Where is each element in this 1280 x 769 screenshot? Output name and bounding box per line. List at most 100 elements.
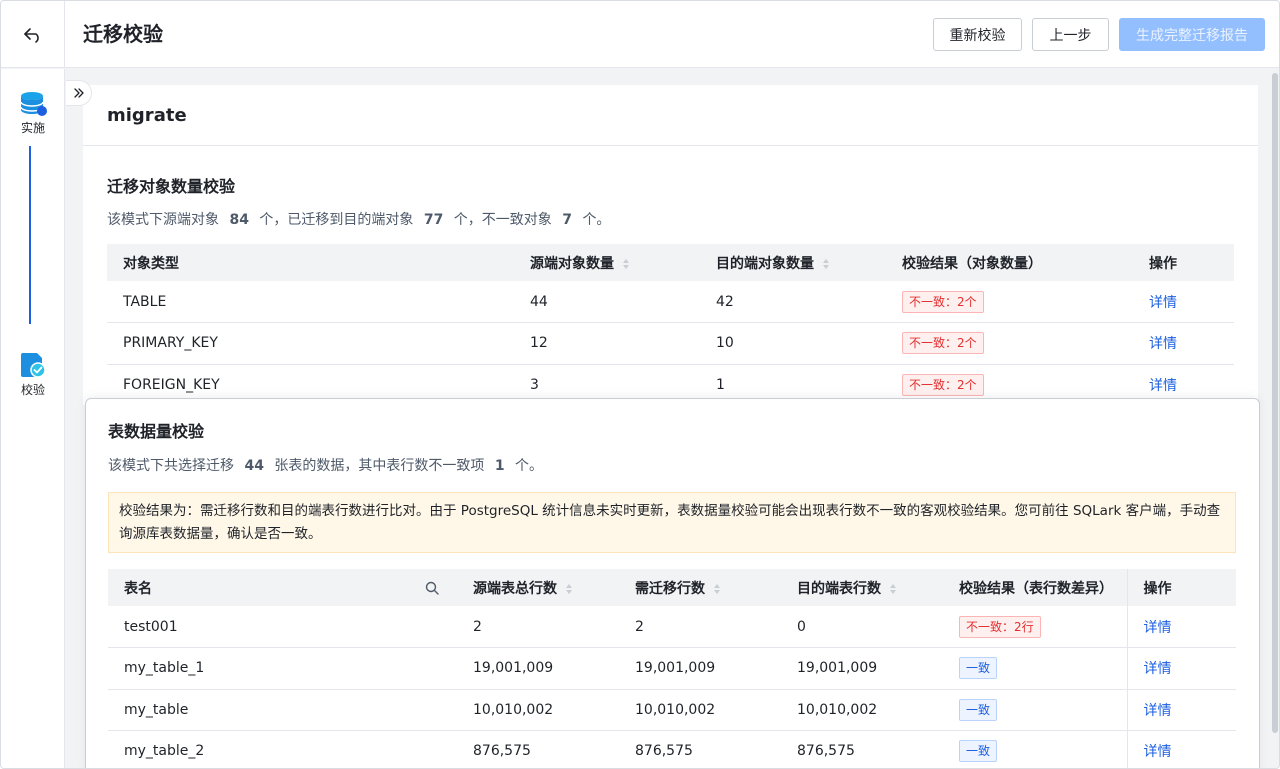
- cell-table-name: my_table_2: [108, 730, 457, 768]
- cell-result: 一致: [943, 689, 1127, 731]
- previous-step-button[interactable]: 上一步: [1032, 18, 1109, 51]
- migrate-schema-card: migrate 迁移对象数量校验 该模式下源端对象 84 个，已迁移到目的端对象…: [83, 85, 1258, 406]
- data-check-title: 表数据量校验: [108, 422, 205, 441]
- cell-rows-to-migrate: 19,001,009: [619, 647, 781, 690]
- match-tag: 一致: [959, 657, 998, 680]
- table-row: my_table 10,010,002 10,010,002 10,010,00…: [108, 689, 1236, 731]
- cell-target-rows: 876,575: [781, 730, 943, 768]
- summary-text: 该模式下源端对象: [107, 212, 219, 228]
- cell-source-rows: 2: [457, 606, 619, 648]
- step-verify[interactable]: 校验: [1, 351, 65, 398]
- cell-source-count: 44: [514, 281, 700, 323]
- database-icon: [20, 92, 47, 116]
- column-label: 目的端表行数: [797, 580, 881, 597]
- page-scrollbar[interactable]: [1271, 69, 1279, 768]
- summary-text: 个，已迁移到目的端对象: [259, 212, 414, 228]
- details-link[interactable]: 详情: [1144, 744, 1172, 760]
- cell-action: 详情: [1126, 689, 1236, 731]
- summary-text: 该模式下共选择迁移: [108, 458, 234, 474]
- cell-action: 详情: [1126, 730, 1236, 768]
- table-row: test001 2 2 0 不一致：2行 详情: [108, 606, 1236, 648]
- cell-source-rows: 876,575: [457, 730, 619, 768]
- cell-action: 详情: [1126, 647, 1236, 690]
- expand-sidebar-button[interactable]: [66, 80, 92, 106]
- recheck-button[interactable]: 重新校验: [933, 18, 1022, 51]
- column-header-sortable[interactable]: 源端对象数量: [514, 244, 700, 281]
- details-link[interactable]: 详情: [1144, 703, 1172, 719]
- cell-source-count: 12: [514, 322, 700, 365]
- cell-source-rows: 10,010,002: [457, 689, 619, 731]
- cell-target-count: 42: [700, 281, 886, 323]
- search-icon[interactable]: [425, 581, 439, 595]
- match-tag: 一致: [959, 740, 998, 763]
- verify-icon: [21, 353, 46, 378]
- sort-icon[interactable]: [822, 258, 830, 270]
- object-count-table: 对象类型 源端对象数量 目的端对象数量 校验结果（对象数量） 操作 TABLE …: [107, 244, 1234, 406]
- sort-icon[interactable]: [622, 258, 630, 270]
- cell-object-type: PRIMARY_KEY: [107, 322, 514, 365]
- details-link[interactable]: 详情: [1144, 620, 1172, 636]
- page-title: 迁移校验: [83, 22, 163, 46]
- schema-name: migrate: [107, 104, 187, 126]
- schema-header: migrate: [83, 85, 1258, 146]
- column-header: 操作: [1133, 244, 1234, 281]
- table-row: my_table_1 19,001,009 19,001,009 19,001,…: [108, 647, 1236, 690]
- summary-number: 7: [562, 212, 572, 228]
- column-header-sortable[interactable]: 源端表总行数: [457, 569, 619, 606]
- double-chevron-right-icon: [73, 88, 84, 98]
- back-arrow-icon: [23, 27, 39, 43]
- cell-result: 不一致：2个: [886, 281, 1133, 323]
- column-header-sortable[interactable]: 目的端表行数: [781, 569, 943, 606]
- table-row: my_table_2 876,575 876,575 876,575 一致 详情: [108, 730, 1236, 768]
- warning-alert: 校验结果为：需迁移行数和目的端表行数进行比对。由于 PostgreSQL 统计信…: [108, 492, 1236, 553]
- generate-report-button[interactable]: 生成完整迁移报告: [1119, 18, 1265, 51]
- cell-table-name: my_table: [108, 689, 457, 731]
- summary-number: 44: [244, 458, 264, 474]
- cell-object-type: TABLE: [107, 281, 514, 323]
- cell-rows-to-migrate: 876,575: [619, 730, 781, 768]
- details-link[interactable]: 详情: [1144, 661, 1172, 677]
- row-count-table: 表名 源端表总行数 需迁移行数 目的端表行数 校验结果（表行数差异） 操作 te…: [108, 569, 1236, 768]
- table-header-row: 表名 源端表总行数 需迁移行数 目的端表行数 校验结果（表行数差异） 操作: [108, 569, 1236, 606]
- cell-target-count: 10: [700, 322, 886, 365]
- data-check-summary: 该模式下共选择迁移 44 张表的数据，其中表行数不一致项 1 个。: [108, 455, 543, 475]
- details-link[interactable]: 详情: [1149, 295, 1177, 311]
- details-link[interactable]: 详情: [1149, 336, 1177, 352]
- cell-table-name: my_table_1: [108, 647, 457, 690]
- cell-source-rows: 19,001,009: [457, 647, 619, 690]
- column-label: 表名: [124, 580, 152, 597]
- summary-text: 个，不一致对象: [453, 212, 552, 228]
- column-header-sortable[interactable]: 目的端对象数量: [700, 244, 886, 281]
- object-check-title: 迁移对象数量校验: [107, 177, 236, 196]
- column-header: 校验结果（表行数差异）: [943, 569, 1127, 606]
- sort-icon[interactable]: [713, 583, 721, 595]
- summary-number: 1: [494, 458, 505, 474]
- sort-icon[interactable]: [889, 583, 897, 595]
- cell-action: 详情: [1133, 281, 1234, 323]
- cell-rows-to-migrate: 2: [619, 606, 781, 648]
- table-row: TABLE 44 42 不一致：2个 详情: [107, 281, 1234, 323]
- cell-table-name: test001: [108, 606, 457, 648]
- table-header-row: 对象类型 源端对象数量 目的端对象数量 校验结果（对象数量） 操作: [107, 244, 1234, 281]
- step-implement[interactable]: 实施: [1, 91, 65, 136]
- cell-target-rows: 10,010,002: [781, 689, 943, 731]
- scrollbar-thumb[interactable]: [1272, 73, 1278, 733]
- back-button[interactable]: [1, 1, 65, 68]
- step-label: 实施: [20, 121, 45, 135]
- step-label: 校验: [20, 383, 45, 397]
- summary-number: 84: [229, 212, 249, 228]
- column-header: 操作: [1126, 569, 1236, 606]
- column-label: 源端对象数量: [530, 255, 614, 272]
- step-connector: [29, 146, 31, 324]
- sort-icon[interactable]: [565, 583, 573, 595]
- summary-text: 个。: [582, 212, 611, 228]
- column-header-sortable[interactable]: 需迁移行数: [619, 569, 781, 606]
- details-link[interactable]: 详情: [1149, 378, 1177, 394]
- app-window: 迁移校验 重新校验 上一步 生成完整迁移报告 实施 校验 migrate 迁移对…: [0, 0, 1280, 769]
- object-check-summary: 该模式下源端对象 84 个，已迁移到目的端对象 77 个，不一致对象 7 个。: [107, 209, 610, 229]
- cell-result: 不一致：2行: [943, 606, 1127, 648]
- cell-result: 不一致：2个: [886, 322, 1133, 365]
- cell-action: 详情: [1126, 606, 1236, 648]
- mismatch-tag: 不一致：2个: [902, 290, 984, 313]
- column-header: 对象类型: [107, 244, 514, 281]
